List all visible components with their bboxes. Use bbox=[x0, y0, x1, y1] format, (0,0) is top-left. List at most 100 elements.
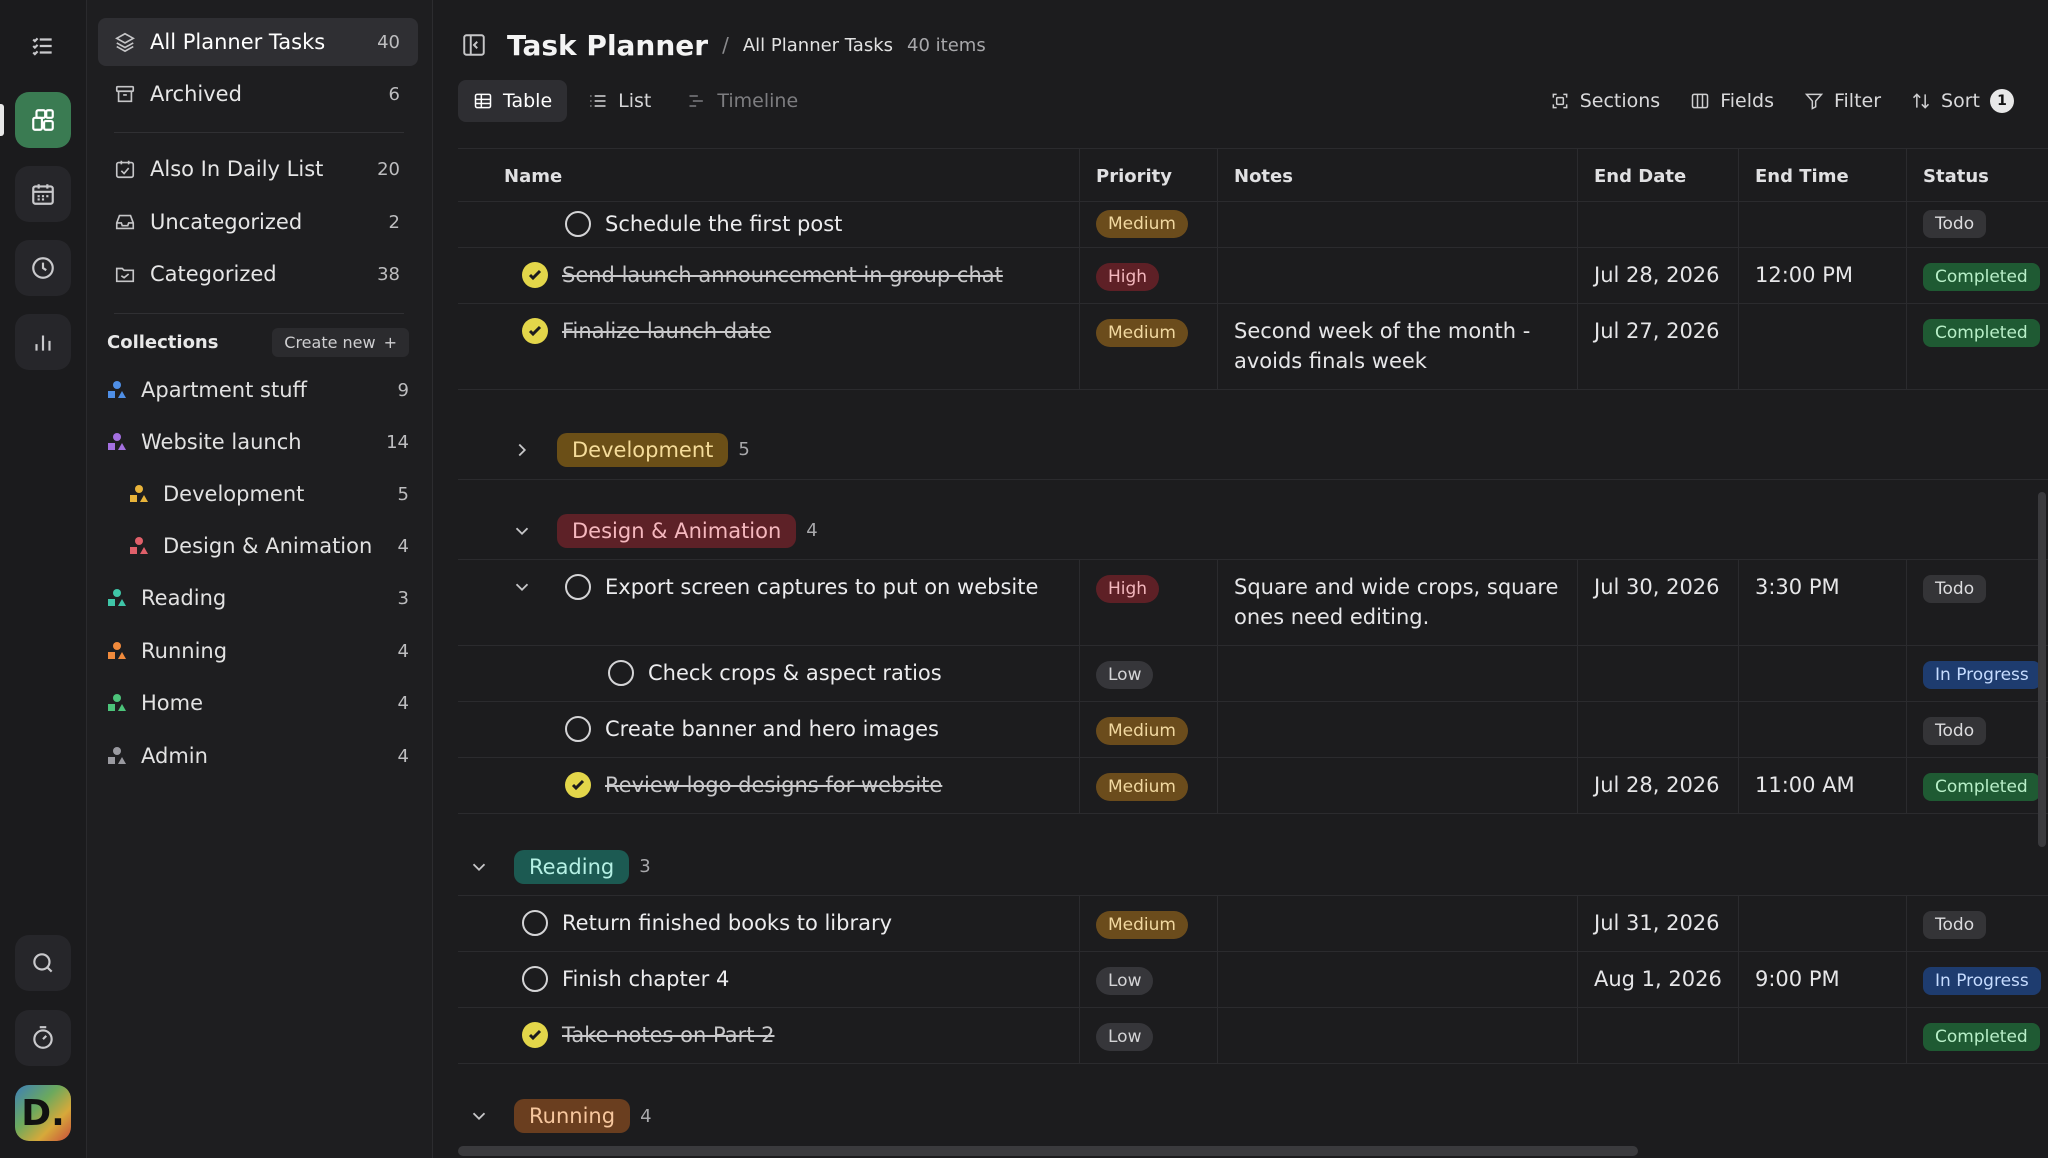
table-row[interactable]: Take notes on Part 2 Low Completed bbox=[458, 1008, 2048, 1064]
status-cell[interactable]: Completed bbox=[1906, 304, 2048, 389]
chevron-right-icon[interactable] bbox=[511, 439, 533, 461]
collection-item-home[interactable]: Home 4 bbox=[107, 683, 409, 723]
fields-button[interactable]: Fields bbox=[1690, 90, 1774, 112]
end-date-cell[interactable]: Jul 28, 2026 bbox=[1577, 248, 1738, 303]
status-cell[interactable]: Completed bbox=[1906, 1008, 2048, 1063]
tab-list[interactable]: List bbox=[573, 80, 666, 122]
tab-timeline[interactable]: Timeline bbox=[672, 80, 813, 122]
sidebar-item-all-planner-tasks[interactable]: All Planner Tasks 40 bbox=[98, 18, 418, 66]
collection-item-apartment-stuff[interactable]: Apartment stuff 9 bbox=[107, 370, 409, 410]
checkbox[interactable] bbox=[522, 910, 548, 936]
table-row[interactable]: Schedule the first post Medium Todo bbox=[458, 202, 2048, 248]
task-name[interactable]: Check crops & aspect ratios bbox=[648, 661, 942, 685]
calendar-icon[interactable] bbox=[15, 166, 71, 222]
end-time-cell[interactable] bbox=[1738, 304, 1906, 389]
end-date-cell[interactable]: Jul 27, 2026 bbox=[1577, 304, 1738, 389]
name-cell[interactable]: Check crops & aspect ratios bbox=[458, 646, 1079, 701]
planner-icon[interactable] bbox=[15, 92, 71, 148]
table-row[interactable]: Create banner and hero images Medium Tod… bbox=[458, 702, 2048, 758]
name-cell[interactable]: Schedule the first post bbox=[458, 202, 1079, 247]
sidebar-item-also-in-daily-list[interactable]: Also In Daily List 20 bbox=[98, 145, 418, 193]
column-header-notes[interactable]: Notes bbox=[1217, 149, 1577, 203]
collection-item-admin[interactable]: Admin 4 bbox=[107, 736, 409, 776]
status-cell[interactable]: In Progress bbox=[1906, 646, 2048, 701]
checkbox-checked[interactable] bbox=[522, 318, 548, 344]
task-name[interactable]: Create banner and hero images bbox=[605, 717, 939, 741]
collection-item-website-launch[interactable]: Website launch 14 bbox=[107, 422, 409, 462]
notes-cell[interactable] bbox=[1217, 646, 1577, 701]
column-header-priority[interactable]: Priority bbox=[1079, 149, 1217, 203]
priority-cell[interactable]: Medium bbox=[1079, 758, 1217, 813]
collection-item-reading[interactable]: Reading 3 bbox=[107, 578, 409, 618]
status-cell[interactable]: Todo bbox=[1906, 702, 2048, 757]
end-date-cell[interactable]: Aug 1, 2026 bbox=[1577, 952, 1738, 1007]
group-header-running[interactable]: Running 4 bbox=[458, 1064, 2048, 1148]
column-header-end-date[interactable]: End Date bbox=[1577, 149, 1738, 203]
status-cell[interactable]: Todo bbox=[1906, 896, 2048, 951]
status-cell[interactable]: Todo bbox=[1906, 560, 2048, 645]
end-date-cell[interactable] bbox=[1577, 702, 1738, 757]
end-date-cell[interactable] bbox=[1577, 1008, 1738, 1063]
end-time-cell[interactable] bbox=[1738, 702, 1906, 757]
user-avatar[interactable]: D. bbox=[15, 1085, 71, 1141]
task-name[interactable]: Export screen captures to put on website bbox=[605, 575, 1038, 599]
clock-icon[interactable] bbox=[15, 240, 71, 296]
task-name[interactable]: Schedule the first post bbox=[605, 212, 842, 236]
sidebar-item-archived[interactable]: Archived 6 bbox=[98, 70, 418, 118]
vertical-scrollbar[interactable] bbox=[2038, 492, 2046, 847]
task-name[interactable]: Return finished books to library bbox=[562, 911, 892, 935]
notes-cell[interactable] bbox=[1217, 952, 1577, 1007]
group-header-reading[interactable]: Reading 3 bbox=[458, 814, 2048, 896]
priority-cell[interactable]: Medium bbox=[1079, 202, 1217, 247]
checkbox[interactable] bbox=[565, 211, 591, 237]
notes-cell[interactable] bbox=[1217, 758, 1577, 813]
name-cell[interactable]: Return finished books to library bbox=[458, 896, 1079, 951]
end-time-cell[interactable]: 12:00 PM bbox=[1738, 248, 1906, 303]
end-time-cell[interactable] bbox=[1738, 646, 1906, 701]
status-cell[interactable]: Completed bbox=[1906, 248, 2048, 303]
sections-button[interactable]: Sections bbox=[1550, 90, 1660, 112]
table-row[interactable]: Check crops & aspect ratios Low In Progr… bbox=[458, 646, 2048, 702]
checkbox[interactable] bbox=[565, 574, 591, 600]
task-name[interactable]: Review logo designs for website bbox=[605, 773, 942, 797]
end-date-cell[interactable]: Jul 28, 2026 bbox=[1577, 758, 1738, 813]
priority-cell[interactable]: High bbox=[1079, 248, 1217, 303]
end-time-cell[interactable]: 11:00 AM bbox=[1738, 758, 1906, 813]
notes-cell[interactable] bbox=[1217, 896, 1577, 951]
breadcrumb[interactable]: All Planner Tasks bbox=[743, 35, 893, 56]
table-row[interactable]: Finish chapter 4 Low Aug 1, 2026 9:00 PM… bbox=[458, 952, 2048, 1008]
priority-cell[interactable]: Medium bbox=[1079, 304, 1217, 389]
end-time-cell[interactable] bbox=[1738, 202, 1906, 247]
tasks-icon[interactable] bbox=[15, 18, 71, 74]
name-cell[interactable]: Send launch announcement in group chat bbox=[458, 248, 1079, 303]
table-row[interactable]: Return finished books to library Medium … bbox=[458, 896, 2048, 952]
sidebar-toggle-icon[interactable] bbox=[461, 32, 487, 58]
checkbox-checked[interactable] bbox=[565, 772, 591, 798]
name-cell[interactable]: Finish chapter 4 bbox=[458, 952, 1079, 1007]
priority-cell[interactable]: High bbox=[1079, 560, 1217, 645]
table-row[interactable]: Finalize launch date Medium Second week … bbox=[458, 304, 2048, 390]
name-cell[interactable]: Take notes on Part 2 bbox=[458, 1008, 1079, 1063]
table-row[interactable]: Review logo designs for website Medium J… bbox=[458, 758, 2048, 814]
table-row[interactable]: Export screen captures to put on website… bbox=[458, 560, 2048, 646]
chevron-down-icon[interactable] bbox=[468, 1105, 490, 1127]
end-time-cell[interactable] bbox=[1738, 1008, 1906, 1063]
notes-cell[interactable]: Square and wide crops, square ones need e… bbox=[1217, 560, 1577, 645]
notes-cell[interactable] bbox=[1217, 702, 1577, 757]
task-name[interactable]: Finalize launch date bbox=[562, 319, 771, 343]
priority-cell[interactable]: Medium bbox=[1079, 702, 1217, 757]
status-cell[interactable]: Completed bbox=[1906, 758, 2048, 813]
priority-cell[interactable]: Medium bbox=[1079, 896, 1217, 951]
end-time-cell[interactable] bbox=[1738, 896, 1906, 951]
task-name[interactable]: Send launch announcement in group chat bbox=[562, 263, 1003, 287]
search-icon[interactable] bbox=[15, 935, 71, 991]
timer-icon[interactable] bbox=[15, 1010, 71, 1066]
checkbox-checked[interactable] bbox=[522, 1022, 548, 1048]
chevron-down-icon[interactable] bbox=[511, 520, 533, 542]
end-time-cell[interactable]: 9:00 PM bbox=[1738, 952, 1906, 1007]
column-header-name[interactable]: Name bbox=[458, 149, 1079, 203]
priority-cell[interactable]: Low bbox=[1079, 1008, 1217, 1063]
group-header-development[interactable]: Development 5 bbox=[458, 390, 2048, 480]
stats-icon[interactable] bbox=[15, 314, 71, 370]
status-cell[interactable]: Todo bbox=[1906, 202, 2048, 247]
